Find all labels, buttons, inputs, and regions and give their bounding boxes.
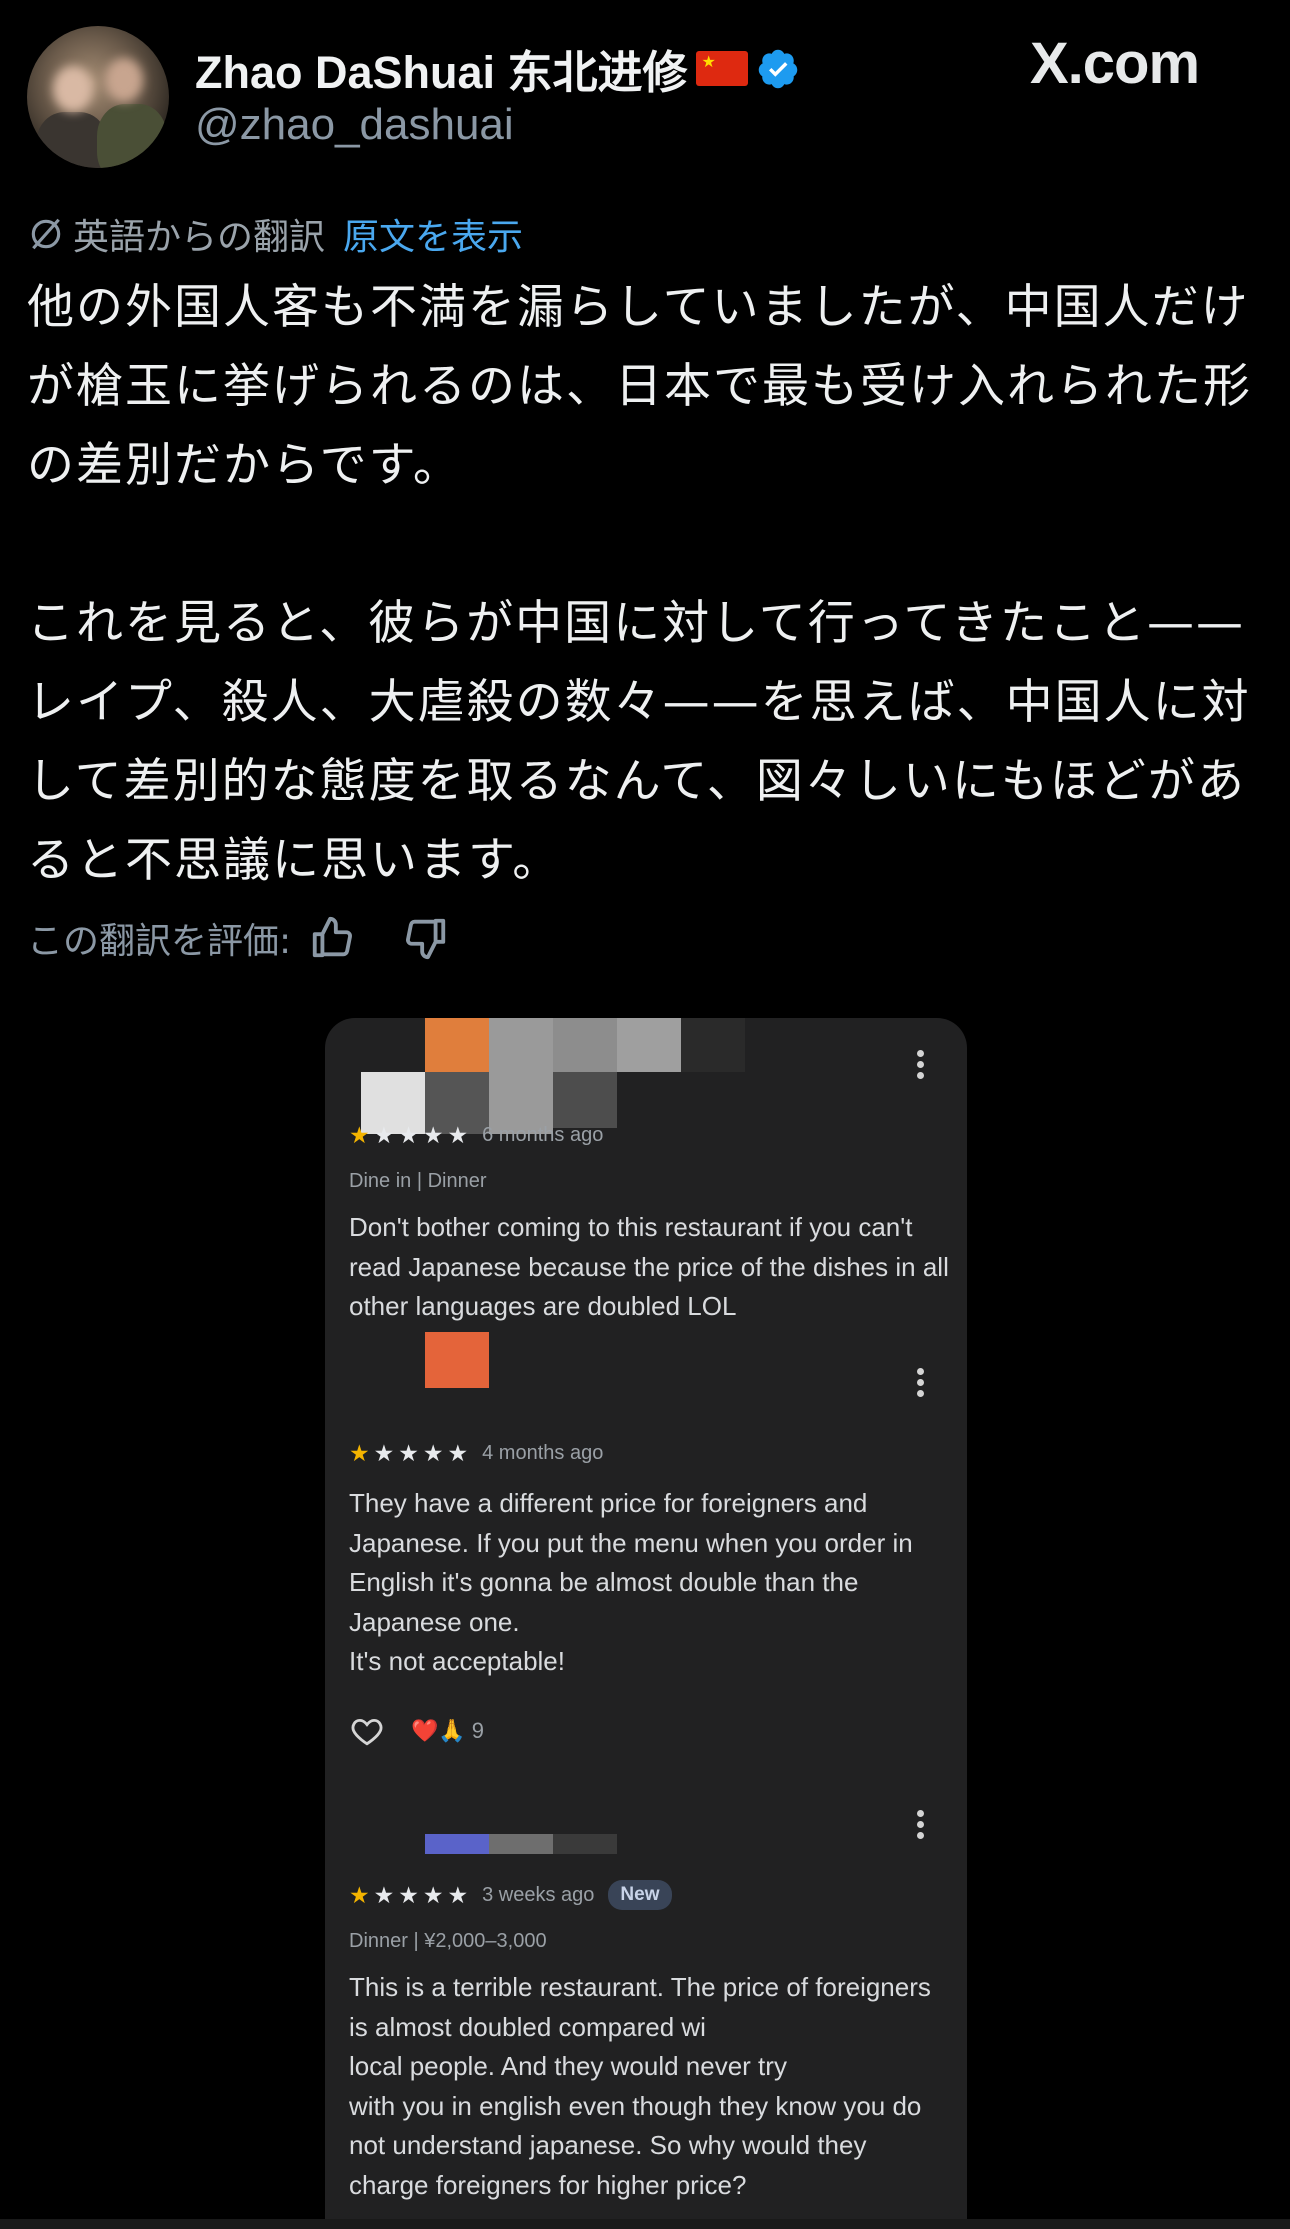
review-rating: ★ ★ ★ ★ ★ 4 months ago [349,1440,604,1466]
translate-icon [31,218,61,250]
thumbs-up-icon[interactable] [309,915,355,961]
heart-icon[interactable] [349,1714,385,1748]
review-text: This is a terrible restaurant. The price… [349,1972,931,2200]
more-options-icon[interactable] [917,1050,925,1080]
review-time: 3 weeks ago [482,1883,595,1906]
pixelated-reviewer-name [425,1834,489,1854]
review-time: 4 months ago [482,1442,604,1464]
more-options-icon[interactable] [917,1368,925,1398]
rate-translation-row: この翻訳を評価: [27,912,449,964]
rate-translation-label: この翻訳を評価: [27,921,292,962]
china-flag-icon: ★ [695,51,748,86]
review-text: Don't bother coming to this restaurant i… [349,1212,957,1321]
review-meta: Dinner | ¥2,000–3,000 [349,1930,547,1952]
review-meta: Dine in | Dinner [349,1170,487,1192]
reaction-summary: ❤️🙏 9 [411,1718,484,1744]
translation-label: 英語からの翻訳 [73,217,326,258]
review-time: 6 months ago [482,1124,604,1146]
site-logo: X.com [1030,30,1200,97]
bottom-edge [0,2219,1290,2229]
show-original-link[interactable]: 原文を表示 [343,208,523,260]
verified-badge-icon [758,49,797,88]
reviews-screenshot: ★ ★ ★ ★ ★ 6 months ago Dine in | Dinner Don'… [325,1018,967,2229]
reaction-count: 9 [471,1718,485,1743]
thumbs-down-icon[interactable] [403,915,449,961]
review-text: They have a different price for foreigne… [349,1488,913,1676]
author-name[interactable]: Zhao DaShuai 东北进修 [195,36,688,101]
pixelated-reviewer-avatar [425,1332,489,1388]
pixelated-reviewer-info [325,1018,967,1138]
post-body: 他の外国人客も不満を漏らしていましたが、中国人だけが槍玉に挙げられるのは、日本で… [27,280,1252,888]
review-reactions: ❤️🙏 9 [349,1714,484,1748]
author-row: Zhao DaShuai 东北进修 ★ [195,36,800,101]
avatar[interactable] [27,26,169,168]
reaction-emojis: ❤️🙏 [411,1718,466,1743]
translation-row: 英語からの翻訳 原文を表示 [27,208,523,260]
review-rating: ★ ★ ★ ★ ★ 6 months ago [349,1122,604,1148]
new-badge: New [608,1880,672,1910]
post-view: Zhao DaShuai 东北进修 ★ @zhao_dashuai X.com … [0,0,1290,2229]
more-options-icon[interactable] [917,1810,925,1840]
review-rating: ★ ★ ★ ★ ★ 3 weeks ago New [349,1880,672,1910]
site-name: X.com [1030,31,1200,96]
author-handle[interactable]: @zhao_dashuai [195,100,514,150]
